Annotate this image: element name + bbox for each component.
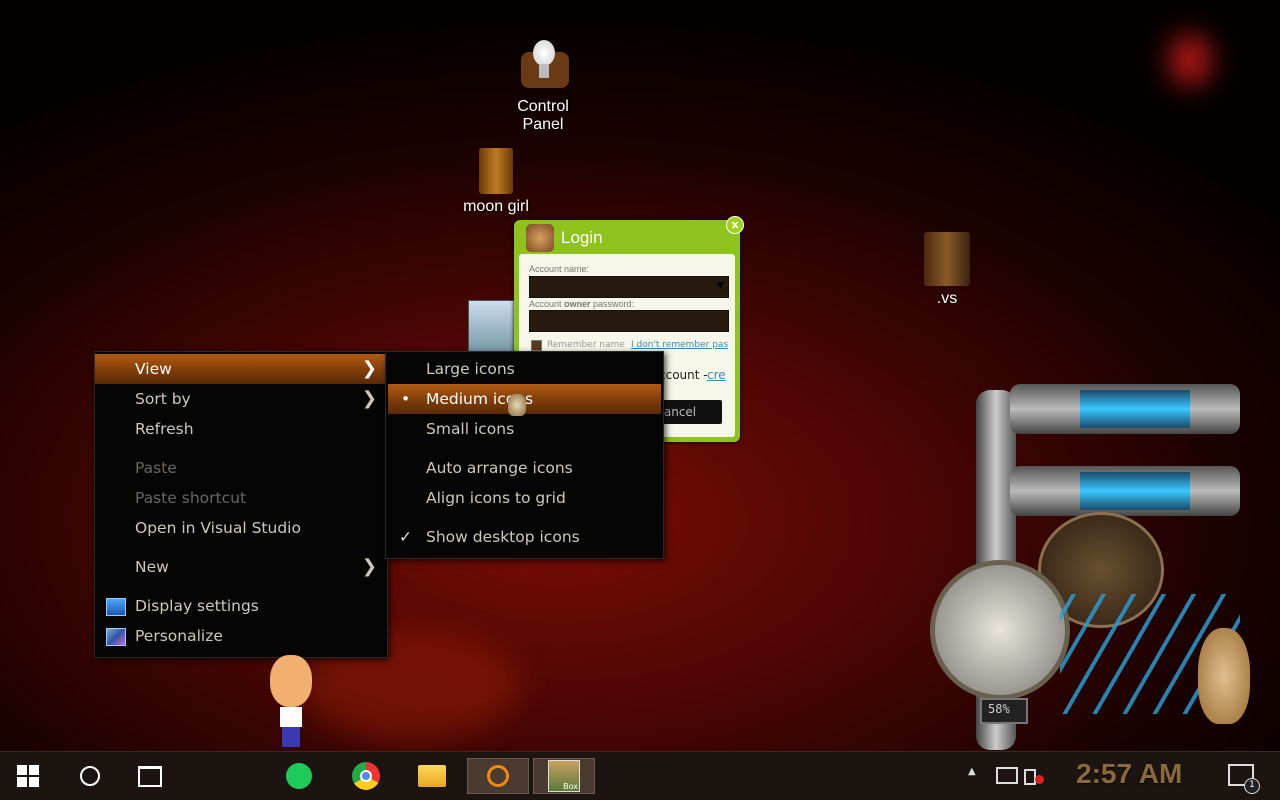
lightbulb-icon	[515, 38, 571, 94]
notification-count: 1	[1244, 778, 1260, 794]
view-submenu: Large icons • Medium icons Small icons A…	[385, 351, 664, 559]
menu-item-new[interactable]: New ❯	[95, 552, 387, 582]
gauge-percent: 58%	[988, 702, 1010, 716]
magnifier-icon	[487, 765, 509, 787]
menu-item-display-settings[interactable]: Display settings	[95, 591, 387, 621]
chrome-icon	[352, 762, 380, 790]
create-account-text: ccount -	[659, 368, 708, 382]
windows-start-icon	[17, 765, 39, 787]
taskbar-spotify[interactable]	[271, 752, 327, 800]
box-app-icon: Box	[548, 760, 580, 792]
account-name-field[interactable]: ▼	[529, 276, 729, 298]
chevron-right-icon: ❯	[361, 358, 377, 379]
remember-checkbox[interactable]	[531, 340, 542, 351]
desktop-icon-label: .vs	[936, 290, 958, 307]
start-button[interactable]	[0, 752, 56, 800]
menu-separator	[386, 444, 663, 453]
background-red-glow	[1170, 35, 1210, 85]
hamster-icon	[1198, 628, 1250, 724]
building-icon	[468, 300, 516, 352]
password-field[interactable]	[529, 310, 729, 332]
submenu-item-small-icons[interactable]: Small icons	[386, 414, 663, 444]
chevron-right-icon: ❯	[361, 556, 377, 577]
menu-item-paste: Paste	[135, 459, 177, 477]
personalize-icon	[106, 628, 126, 646]
menu-item-open-in-visual-studio[interactable]: Open in Visual Studio	[95, 513, 387, 543]
menu-item-paste-shortcut: Paste shortcut	[135, 489, 247, 507]
checkmark-icon: ✓	[399, 528, 412, 546]
password-label: Account owner password:	[529, 299, 635, 309]
chevron-down-icon[interactable]: ▼	[717, 281, 724, 291]
submenu-item-align-to-grid[interactable]: Align icons to grid	[386, 483, 663, 513]
menu-item-view[interactable]: View ❯	[95, 354, 387, 384]
taskbar-search-app[interactable]	[467, 758, 529, 794]
remember-label: Remember name	[547, 340, 625, 350]
menu-item-refresh[interactable]: Refresh	[95, 414, 387, 444]
submenu-item-auto-arrange[interactable]: Auto arrange icons	[386, 453, 663, 483]
desktop-context-menu: View ❯ Sort by ❯ Refresh Paste Paste short…	[94, 351, 388, 658]
desktop-icon-vs[interactable]: .vs	[892, 232, 1002, 308]
desktop-icon-moon-girl[interactable]: moon girl	[441, 148, 551, 216]
account-name-label: Account name:	[529, 264, 590, 274]
task-view-button[interactable]	[122, 752, 178, 800]
menu-separator	[95, 444, 387, 453]
hand-cursor-icon	[508, 394, 526, 416]
desktop-icon-label: moon girl	[463, 198, 529, 215]
menu-separator	[386, 513, 663, 522]
desktop-icon-label: Panel	[522, 116, 564, 133]
radio-dot-icon: •	[401, 390, 411, 408]
action-center-button[interactable]: 1	[1228, 764, 1260, 794]
taskbar-clock[interactable]: 2:57 AM	[1076, 758, 1182, 790]
taskbar: Box ▲ 2:57 AM 1	[0, 751, 1280, 800]
hamster-avatar-icon	[526, 224, 554, 252]
submenu-item-show-desktop-icons[interactable]: ✓ Show desktop icons	[386, 522, 663, 552]
taskbar-file-explorer[interactable]	[404, 752, 460, 800]
menu-separator	[95, 582, 387, 591]
steampunk-pipe-widget: 58%	[930, 380, 1250, 750]
show-hidden-icons-button[interactable]: ▲	[968, 766, 976, 777]
spotify-icon	[286, 763, 312, 789]
display-icon	[106, 598, 126, 616]
cortana-circle-icon	[80, 766, 100, 786]
folder-icon	[418, 765, 446, 787]
search-button[interactable]	[62, 752, 118, 800]
menu-item-personalize[interactable]: Personalize	[95, 621, 387, 651]
chevron-right-icon: ❯	[361, 388, 377, 409]
taskbar-box-app[interactable]: Box	[533, 758, 595, 794]
login-title: Login	[561, 228, 603, 247]
submenu-item-large-icons[interactable]: Large icons	[386, 354, 663, 384]
trash-bin-icon	[479, 148, 513, 194]
forgot-password-link[interactable]: I don't remember pas	[631, 340, 728, 350]
desktop-icon-control-panel[interactable]: Control Panel	[488, 38, 598, 134]
menu-item-sort-by[interactable]: Sort by ❯	[95, 384, 387, 414]
folder-icon	[924, 232, 970, 286]
close-icon[interactable]: x	[726, 216, 744, 234]
network-icon[interactable]	[996, 767, 1018, 784]
cartoon-character	[266, 655, 316, 747]
taskbar-chrome[interactable]	[338, 752, 394, 800]
menu-separator	[95, 543, 387, 552]
desktop-icon-label: Control	[517, 98, 569, 115]
create-account-link[interactable]: cre	[707, 368, 726, 382]
box-app-label: Box	[563, 782, 578, 791]
task-view-icon	[138, 765, 162, 787]
volume-muted-icon[interactable]	[1024, 766, 1044, 786]
